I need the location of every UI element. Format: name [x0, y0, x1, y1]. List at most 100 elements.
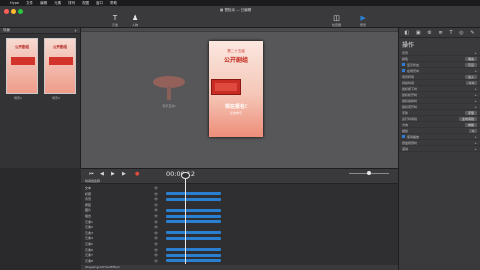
elements-label: 元素 — [112, 23, 119, 27]
rewind-start-icon[interactable]: ⏮ — [89, 171, 94, 177]
inspector-row-label: 滚动 — [402, 147, 408, 151]
inspector-row-value[interactable]: 可见 — [464, 62, 477, 67]
person-button[interactable]: ♟ 人物 — [132, 14, 138, 27]
inspector-row-value[interactable]: 向前 — [464, 122, 477, 127]
watermark-text: 有乐互动! — [162, 104, 176, 108]
inspector-row[interactable]: 滚动 + — [399, 146, 480, 152]
timeline-header: 时间线名称 — [81, 178, 398, 184]
scene-thumbnail-1[interactable]: 公开剧组 — [6, 38, 38, 94]
menu-arrange[interactable]: 排列 — [68, 1, 75, 6]
scene-thumbnail-2[interactable]: 公开剧组 — [44, 38, 76, 94]
menu-edit[interactable]: 编辑 — [40, 1, 47, 6]
visibility-eye-icon[interactable]: 👁 — [154, 186, 158, 190]
keyframe-bar[interactable] — [166, 192, 221, 196]
inspector-row-value[interactable]: 主时间线 — [458, 116, 477, 121]
visibility-eye-icon[interactable]: 👁 — [154, 214, 158, 218]
zoom-window-button[interactable] — [18, 9, 23, 14]
element-inspector-icon[interactable]: ≣ — [439, 30, 443, 36]
app-menu[interactable]: Hype — [10, 1, 19, 5]
visibility-eye-icon[interactable]: 👁 — [154, 253, 158, 257]
scene-thumb-banner — [11, 57, 35, 65]
zoom-slider-knob[interactable] — [367, 171, 371, 175]
visibility-eye-icon[interactable]: 👁 — [154, 236, 158, 240]
playhead-handle[interactable] — [181, 172, 190, 179]
elements-button[interactable]: T 元素 — [112, 14, 118, 27]
checkbox-icon[interactable] — [402, 135, 405, 138]
menu-help[interactable]: 帮助 — [110, 1, 117, 6]
visibility-eye-icon[interactable]: 👁 — [154, 192, 158, 196]
add-action-icon[interactable]: + — [474, 135, 477, 139]
keyframe-bar[interactable] — [166, 197, 221, 201]
inspector-row-value[interactable]: 填充 — [464, 56, 477, 61]
step-back-icon[interactable]: ◀ — [100, 171, 104, 177]
keyframe-bar[interactable] — [166, 231, 221, 235]
close-window-button[interactable] — [4, 9, 9, 14]
scene-inspector-icon[interactable]: ▣ — [416, 30, 421, 36]
visibility-eye-icon[interactable]: 👁 — [154, 259, 158, 263]
menu-view[interactable]: 视图 — [82, 1, 89, 6]
inspector-button[interactable]: ◫ 检查器 — [332, 14, 341, 27]
inspector-row-label: 手势 — [402, 111, 408, 115]
actions-inspector-icon[interactable]: ◎ — [459, 30, 463, 36]
stage[interactable]: 第二十五届 公开剧组 现在报名! 点击参与 — [209, 41, 263, 137]
add-scene-icon[interactable]: + — [74, 29, 77, 33]
playhead[interactable] — [181, 172, 190, 264]
visibility-eye-icon[interactable]: 👁 — [154, 208, 158, 212]
inspector-row-text: 鼠标松开时 — [402, 92, 418, 97]
add-action-icon[interactable]: + — [474, 99, 477, 103]
menu-window[interactable]: 窗口 — [96, 1, 103, 6]
text-tool-icon: T — [112, 14, 118, 22]
keyframe-bar[interactable] — [166, 253, 221, 257]
visibility-eye-icon[interactable]: 👁 — [154, 225, 158, 229]
keyframe-bar[interactable] — [166, 236, 221, 240]
inspector-row-text: 滚动 — [402, 146, 409, 151]
visibility-eye-icon[interactable]: 👁 — [154, 231, 158, 235]
inspector-row-value[interactable]: 0.6 — [466, 80, 477, 85]
scene-thumb-banner — [49, 57, 73, 65]
identity-inspector-icon[interactable]: ✎ — [470, 30, 474, 36]
inspector-row-value[interactable]: 淡入 — [464, 74, 477, 79]
visibility-eye-icon[interactable]: 👁 — [154, 248, 158, 252]
metrics-inspector-icon[interactable]: ⚙ — [427, 30, 431, 36]
preview-button[interactable]: ▶ 预览 — [360, 14, 366, 27]
timeline-layer-row[interactable]: 元素8 👁 — [81, 258, 164, 264]
keyframe-bar[interactable] — [166, 208, 221, 212]
scene-editor-canvas[interactable]: 有乐互动! 第二十五届 公开剧组 现在报名! 点击参与 — [81, 28, 398, 168]
typography-inspector-icon[interactable]: T — [449, 30, 452, 36]
document-inspector-icon[interactable]: ◧ — [404, 30, 409, 36]
add-action-icon[interactable]: + — [474, 87, 477, 91]
minimize-window-button[interactable] — [11, 9, 16, 14]
keyframe-bar[interactable] — [166, 220, 221, 224]
checkbox-icon[interactable] — [402, 69, 405, 72]
add-action-icon[interactable]: + — [474, 93, 477, 97]
add-action-icon[interactable]: + — [474, 141, 477, 145]
add-action-icon[interactable]: + — [474, 51, 477, 55]
stage-title[interactable]: 公开剧组 — [209, 55, 263, 64]
keyframe-bar[interactable] — [166, 259, 221, 263]
add-action-icon[interactable]: + — [474, 69, 477, 73]
record-icon[interactable]: ● — [135, 171, 139, 177]
stage-subtitle[interactable]: 第二十五届 — [209, 49, 263, 54]
menu-file[interactable]: 文件 — [26, 1, 33, 6]
add-action-icon[interactable]: + — [474, 147, 477, 151]
step-forward-icon[interactable]: ▶ — [122, 171, 126, 177]
stage-cta-subtext[interactable]: 点击参与 — [209, 111, 263, 115]
visibility-eye-icon[interactable]: 👁 — [154, 242, 158, 246]
keyframe-bar[interactable] — [166, 214, 221, 218]
keyframe-bar[interactable] — [166, 248, 221, 252]
play-icon[interactable]: ▶ — [111, 171, 115, 177]
inspector-row-value[interactable]: 0 — [469, 128, 477, 133]
checkbox-icon[interactable] — [402, 63, 405, 66]
timeline-track[interactable] — [164, 258, 398, 264]
visibility-eye-icon[interactable]: 👁 — [154, 220, 158, 224]
layer-name: 元素8 — [85, 258, 93, 263]
scene-label-2: 场景2 — [52, 96, 60, 100]
menu-element[interactable]: 元素 — [54, 1, 61, 6]
inspector-row-value[interactable]: 手型 — [464, 110, 477, 115]
inspector-row-label: 场景转场 — [402, 75, 414, 79]
stage-cta-text[interactable]: 现在报名! — [209, 103, 263, 110]
visibility-eye-icon[interactable]: 👁 — [154, 197, 158, 201]
add-action-icon[interactable]: + — [474, 105, 477, 109]
visibility-eye-icon[interactable]: 👁 — [154, 203, 158, 207]
toolbar: ▦ 冒险派 — 已编辑 T 元素 ♟ 人物 ◫ 检查器 ▶ 预览 — [0, 6, 480, 28]
